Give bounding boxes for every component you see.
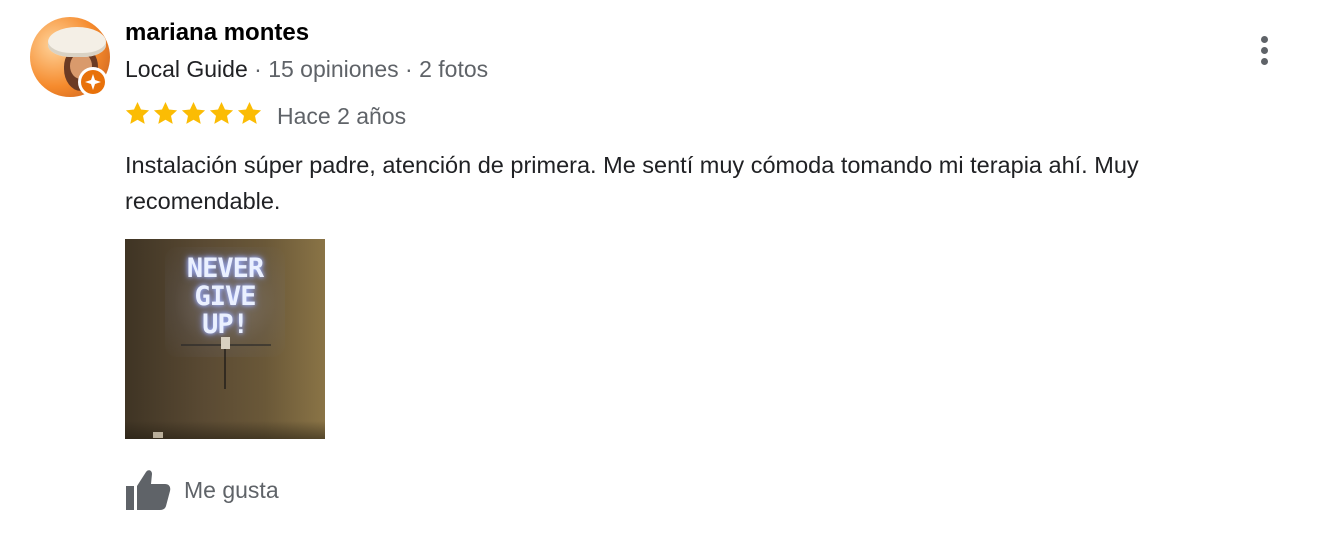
review-text: Instalación súper padre, atención de pri… [125,152,1139,214]
local-guide-badge-icon [78,67,108,97]
meta-separator: · [398,56,420,82]
author-name[interactable]: mariana montes [125,18,309,48]
star-icon [181,102,206,124]
meta-separator: · [247,56,269,82]
reviews-count: 15 opiniones [268,56,399,82]
star-icon [125,102,150,124]
like-label: Me gusta [184,476,279,503]
star-icon [209,102,234,124]
like-button[interactable]: Me gusta [120,462,279,518]
more-options-button[interactable] [1250,32,1280,70]
star-icon [237,102,262,124]
more-vert-icon-dot [1261,58,1268,65]
review-time: Hace 2 años [277,103,407,129]
photo-outlet [153,432,163,438]
more-vert-icon [1261,36,1268,43]
photo-cable [224,349,226,389]
local-guide-label: Local Guide [125,56,248,82]
neon-sign-line: NEVER [186,253,264,284]
avatar-hat [48,27,106,57]
author-meta: Local Guide · 15 opiniones · 2 fotos [125,54,488,84]
star-rating [124,100,263,128]
more-vert-icon-dot [1261,47,1268,54]
thumb-up-icon [126,470,171,510]
photo-sign-box [221,337,230,349]
review-card: mariana montes Local Guide · 15 opinione… [0,0,1332,536]
review-photo[interactable]: NEVER GIVE UP! [125,239,325,439]
star-icon [153,102,178,124]
neon-sign-line: GIVE [194,281,256,312]
photos-count: 2 fotos [419,56,489,82]
